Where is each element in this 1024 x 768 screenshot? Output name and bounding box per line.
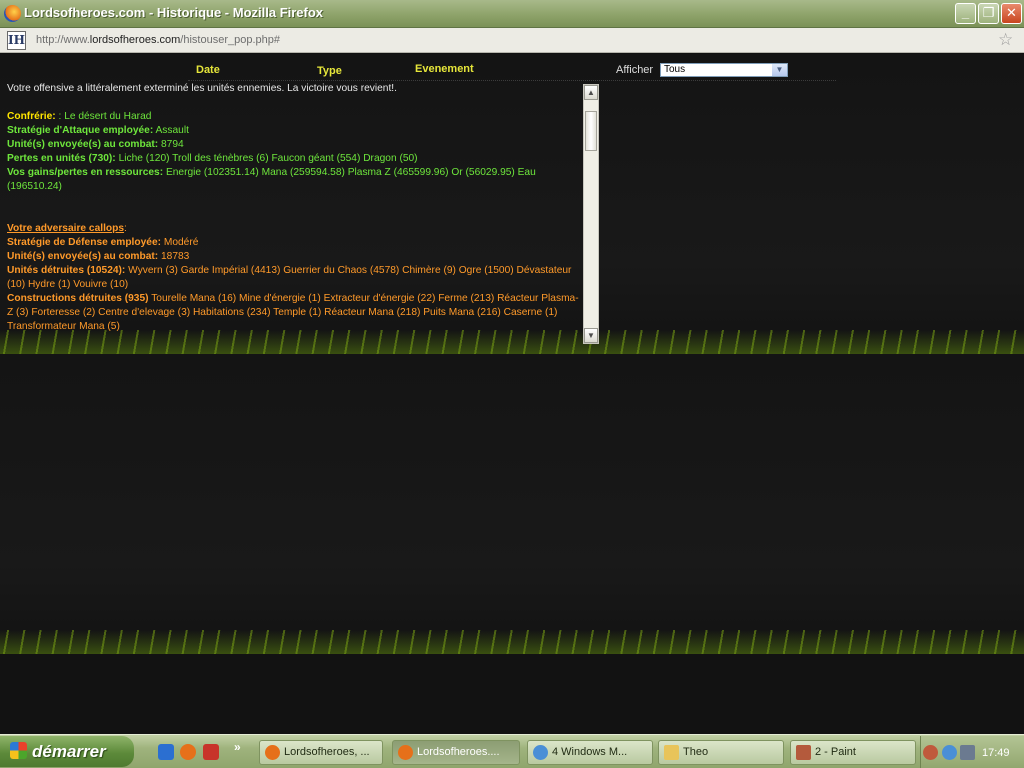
start-button[interactable]: démarrer (0, 736, 134, 767)
network-icon[interactable] (960, 745, 975, 760)
task-button[interactable]: Theo (658, 740, 784, 765)
window-titlebar[interactable]: Lordsofheroes.com - Historique - Mozilla… (0, 0, 1024, 28)
url-prefix: http://www. (36, 34, 90, 46)
destroyed-units-label: Unités détruites (10524): (7, 265, 126, 276)
messenger-icon (533, 745, 548, 760)
windows-logo-icon (10, 742, 27, 759)
url-path: /histouser_pop.php# (180, 34, 280, 46)
url-field[interactable]: http://www.lordsofheroes.com/histouser_p… (36, 34, 280, 46)
tray-arrow-icon[interactable] (923, 745, 938, 760)
column-header-type[interactable]: Type (317, 65, 342, 77)
header-divider (188, 80, 836, 81)
background-band (0, 354, 1024, 654)
chevron-down-icon[interactable]: ▼ (772, 64, 787, 76)
quicklaunch-more-icon[interactable]: » (234, 740, 241, 754)
def-strategy-label: Stratégie de Défense employée: (7, 237, 162, 248)
column-header-event[interactable]: Evenement (415, 63, 474, 75)
report-line-destroyed-buildings: Constructions détruites (935) Tourelle M… (7, 292, 583, 334)
grass-decoration (0, 630, 1024, 654)
firefox-icon (4, 5, 21, 22)
messenger-tray-icon[interactable] (942, 745, 957, 760)
sent-units-value: 8794 (161, 139, 184, 150)
battle-report: Votre offensive a littéralement extermin… (7, 82, 583, 344)
report-intro: Votre offensive a littéralement extermin… (7, 83, 397, 94)
sent-units-label: Unité(s) envoyée(s) au combat: (7, 139, 159, 150)
scroll-down-icon[interactable]: ▼ (584, 328, 598, 343)
firefox-icon (265, 745, 280, 760)
losses-label: Pertes en unités (730): (7, 153, 116, 164)
report-line-confrerie: Confrérie: : Le désert du Harad (7, 110, 583, 124)
report-line-def-sent: Unité(s) envoyée(s) au combat: 18783 (7, 250, 583, 264)
clock[interactable]: 17:49 (982, 747, 1010, 759)
app-quicklaunch-icon[interactable] (203, 744, 219, 760)
destroyed-buildings-label: Constructions détruites (935) (7, 293, 149, 304)
task-button-active[interactable]: Lordsofheroes.... (392, 740, 520, 765)
strategy-label: Stratégie d'Attaque employée: (7, 125, 154, 136)
firefox-icon (398, 745, 413, 760)
report-line-opponent: Votre adversaire callops: (7, 222, 583, 236)
report-line-strategy: Stratégie d'Attaque employée: Assault (7, 124, 583, 138)
filter-label: Afficher (616, 64, 654, 76)
report-line-sent: Unité(s) envoyée(s) au combat: 8794 (7, 138, 583, 152)
gains-label: Vos gains/pertes en ressources: (7, 167, 164, 178)
maximize-button[interactable]: ❐ (978, 3, 999, 24)
task-button[interactable]: Lordsofheroes, ... (259, 740, 383, 765)
bookmark-star-icon[interactable]: ☆ (998, 31, 1013, 49)
def-sent-value: 18783 (161, 251, 190, 262)
opponent-link[interactable]: Votre adversaire callops (7, 223, 124, 234)
task-label: Lordsofheroes.... (417, 746, 500, 758)
report-scrollbar[interactable]: ▲ ▼ (583, 84, 599, 344)
folder-icon (664, 745, 679, 760)
window-title: Lordsofheroes.com - Historique - Mozilla… (24, 5, 324, 20)
ie-quicklaunch-icon[interactable] (158, 744, 174, 760)
site-favicon-icon: IH (7, 31, 26, 50)
strategy-value: Assault (155, 125, 189, 136)
task-label: Theo (683, 746, 709, 758)
address-bar[interactable]: IH http://www.lordsofheroes.com/histouse… (0, 28, 1024, 53)
paint-icon (796, 745, 811, 760)
def-strategy-value: Modéré (163, 237, 199, 248)
taskbar: démarrer » Lordsofheroes, ... Lordsofher… (0, 734, 1024, 768)
confrerie-value: : Le désert du Harad (58, 111, 152, 122)
def-sent-label: Unité(s) envoyée(s) au combat: (7, 251, 159, 262)
minimize-button[interactable]: _ (955, 3, 976, 24)
filter-selected-value: Tous (664, 64, 686, 75)
task-label: 2 - Paint (815, 746, 856, 758)
scroll-up-icon[interactable]: ▲ (584, 85, 598, 100)
start-label: démarrer (32, 742, 106, 761)
opponent-suffix: : (124, 223, 127, 234)
report-line-losses: Pertes en unités (730): Liche (120) Trol… (7, 152, 583, 166)
task-button[interactable]: 2 - Paint (790, 740, 916, 765)
close-button[interactable]: ✕ (1001, 3, 1022, 24)
task-label: Lordsofheroes, ... (284, 746, 370, 758)
task-group-button[interactable]: 4 Windows M... (527, 740, 653, 765)
page-content: Date Type Evenement Afficher Tous ▼ Votr… (0, 54, 1024, 734)
firefox-quicklaunch-icon[interactable] (180, 744, 196, 760)
report-line-def-strategy: Stratégie de Défense employée: Modéré (7, 236, 583, 250)
report-line-gains: Vos gains/pertes en ressources: Energie … (7, 166, 583, 194)
report-line-destroyed-units: Unités détruites (10524): Wyvern (3) Gar… (7, 264, 583, 292)
scroll-thumb[interactable] (585, 111, 597, 151)
filter-select[interactable]: Tous ▼ (660, 63, 788, 77)
column-header-date[interactable]: Date (196, 64, 220, 76)
losses-value: Liche (120) Troll des ténèbres (6) Fauco… (118, 153, 418, 164)
task-label: 4 Windows M... (552, 746, 628, 758)
confrerie-label: Confrérie: (7, 111, 56, 122)
url-domain: lordsofheroes.com (89, 34, 181, 46)
